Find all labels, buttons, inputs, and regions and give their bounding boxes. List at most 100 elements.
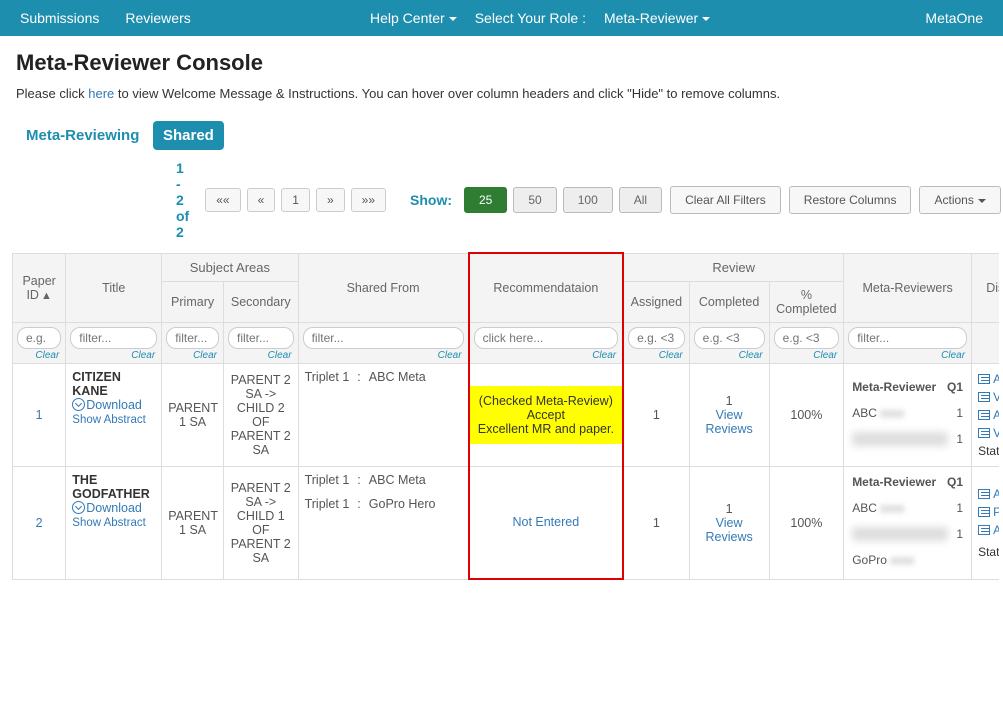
discussion-link[interactable]: View Au	[993, 426, 999, 440]
view-reviews-link[interactable]: View Reviews	[705, 408, 752, 436]
col-secondary[interactable]: Secondary	[223, 281, 298, 322]
secondary-sa: PARENT 2 SA -> CHILD 2 OF PARENT 2 SA	[223, 363, 298, 466]
tab-shared[interactable]: Shared	[153, 121, 224, 150]
actions-dropdown[interactable]: Actions	[919, 186, 1000, 214]
page-range: 1 - 2 of 2	[176, 160, 189, 240]
paper-id-link[interactable]: 2	[36, 516, 43, 530]
filter-clear[interactable]: Clear	[17, 349, 61, 361]
discussion-link[interactable]: Post l	[993, 505, 999, 519]
col-subject-areas: Subject Areas	[162, 253, 298, 281]
filter-paper-id[interactable]	[17, 327, 61, 349]
discussion-link[interactable]: All Me	[993, 372, 999, 386]
filter-clear[interactable]: Clear	[474, 349, 619, 361]
pagesize-50[interactable]: 50	[513, 187, 556, 213]
pagesize-100[interactable]: 100	[563, 187, 613, 213]
filter-completed[interactable]	[694, 327, 765, 349]
secondary-sa: PARENT 2 SA -> CHILD 1 OF PARENT 2 SA	[223, 466, 298, 579]
filter-primary[interactable]	[166, 327, 219, 349]
nav-role-dropdown[interactable]: Meta-Reviewer	[604, 10, 710, 26]
pager-prev[interactable]: «	[247, 188, 276, 212]
show-label: Show:	[410, 192, 452, 208]
shared-from: Triplet 1:ABC Meta	[298, 363, 469, 466]
filter-title[interactable]	[70, 327, 157, 349]
paper-id-link[interactable]: 1	[36, 408, 43, 422]
assigned-count: 1	[623, 363, 689, 466]
show-abstract-link[interactable]: Show Abstract	[72, 414, 146, 426]
col-completed[interactable]: Completed	[689, 281, 769, 322]
recommendation-not-entered[interactable]: Not Entered	[512, 515, 579, 529]
nav-submissions[interactable]: Submissions	[20, 10, 99, 26]
col-assigned[interactable]: Assigned	[623, 281, 689, 322]
restore-columns-button[interactable]: Restore Columns	[789, 186, 912, 214]
filter-assigned[interactable]	[628, 327, 685, 349]
discussion-link[interactable]: All Revi	[993, 408, 999, 422]
show-abstract-link[interactable]: Show Abstract	[72, 517, 146, 529]
filter-clear[interactable]: Clear	[628, 349, 685, 361]
list-icon	[978, 374, 990, 384]
filter-clear[interactable]: Clear	[70, 349, 157, 361]
filter-metarev[interactable]	[848, 327, 967, 349]
nav-help-center[interactable]: Help Center	[370, 10, 457, 26]
filter-clear[interactable]: Clear	[848, 349, 967, 361]
primary-sa: PARENT 1 SA	[162, 363, 224, 466]
discussion-link[interactable]: View/Pos	[993, 390, 999, 404]
discussion-link[interactable]: All Revi	[993, 523, 999, 537]
pagesize-all[interactable]: All	[619, 187, 662, 213]
download-link[interactable]: Download	[86, 501, 142, 515]
welcome-link[interactable]: here	[88, 86, 114, 101]
discussion-cell: All Me Post l All Revi Status	[972, 466, 999, 579]
col-title[interactable]: Title	[66, 253, 162, 322]
paper-title: CITIZEN KANE	[72, 370, 155, 398]
page-title: Meta-Reviewer Console	[16, 50, 987, 76]
col-shared-from[interactable]: Shared From	[298, 253, 469, 322]
shared-from: Triplet 1:ABC Meta Triplet 1:GoPro Hero	[298, 466, 469, 579]
nav-user[interactable]: MetaOne	[925, 10, 983, 26]
page-instructions: Please click here to view Welcome Messag…	[16, 86, 987, 101]
col-pct-completed[interactable]: % Completed	[769, 281, 844, 322]
actions-label: Actions	[934, 193, 973, 207]
list-icon	[978, 392, 990, 402]
filter-clear[interactable]: Clear	[694, 349, 765, 361]
paper-title: THE GODFATHER	[72, 473, 155, 501]
meta-reviewers-cell: Meta-ReviewerQ1 ABC xxxx1 1	[844, 363, 972, 466]
download-icon	[72, 398, 85, 411]
filter-pct[interactable]	[774, 327, 840, 349]
filter-shared[interactable]	[303, 327, 464, 349]
col-primary[interactable]: Primary	[162, 281, 224, 322]
nav-reviewers[interactable]: Reviewers	[125, 10, 190, 26]
col-discussion[interactable]: Discussion & Feedback	[972, 253, 999, 322]
col-meta-reviewers[interactable]: Meta-Reviewers	[844, 253, 972, 322]
chevron-down-icon	[974, 193, 986, 207]
filter-clear[interactable]: Clear	[303, 349, 464, 361]
view-reviews-link[interactable]: View Reviews	[705, 516, 752, 544]
download-icon	[72, 501, 85, 514]
pager-next[interactable]: »	[316, 188, 345, 212]
list-icon	[978, 507, 990, 517]
instr-prefix: Please click	[16, 86, 88, 101]
pager-last[interactable]: »»	[351, 188, 386, 212]
col-review: Review	[623, 253, 844, 281]
top-navbar: Submissions Reviewers Help Center Select…	[0, 0, 1003, 36]
list-icon	[978, 489, 990, 499]
download-link[interactable]: Download	[86, 398, 142, 412]
tab-meta-reviewing[interactable]: Meta-Reviewing	[16, 121, 149, 150]
list-icon	[978, 428, 990, 438]
col-recommendation[interactable]: Recommendataion	[469, 253, 624, 322]
pager-page[interactable]: 1	[281, 188, 310, 212]
filter-clear[interactable]: Clear	[774, 349, 840, 361]
papers-table: Paper ID▲ Title Subject Areas Shared Fro…	[12, 252, 999, 580]
filter-recommendation[interactable]	[474, 327, 619, 349]
table-row: 1 CITIZEN KANE Download Show Abstract PA…	[13, 363, 1000, 466]
table-row: 2 THE GODFATHER Download Show Abstract P…	[13, 466, 1000, 579]
completed-cell: 1 View Reviews	[689, 466, 769, 579]
pagesize-25[interactable]: 25	[464, 187, 507, 213]
filter-secondary[interactable]	[228, 327, 294, 349]
discussion-link[interactable]: All Me	[993, 487, 999, 501]
filter-clear[interactable]: Clear	[166, 349, 219, 361]
col-paper-id[interactable]: Paper ID▲	[13, 253, 66, 322]
pager-first[interactable]: ««	[205, 188, 240, 212]
clear-all-filters-button[interactable]: Clear All Filters	[670, 186, 781, 214]
pct-completed: 100%	[769, 363, 844, 466]
meta-reviewers-cell: Meta-ReviewerQ1 ABC xxxx1 1 GoPro xxxx	[844, 466, 972, 579]
filter-clear[interactable]: Clear	[228, 349, 294, 361]
